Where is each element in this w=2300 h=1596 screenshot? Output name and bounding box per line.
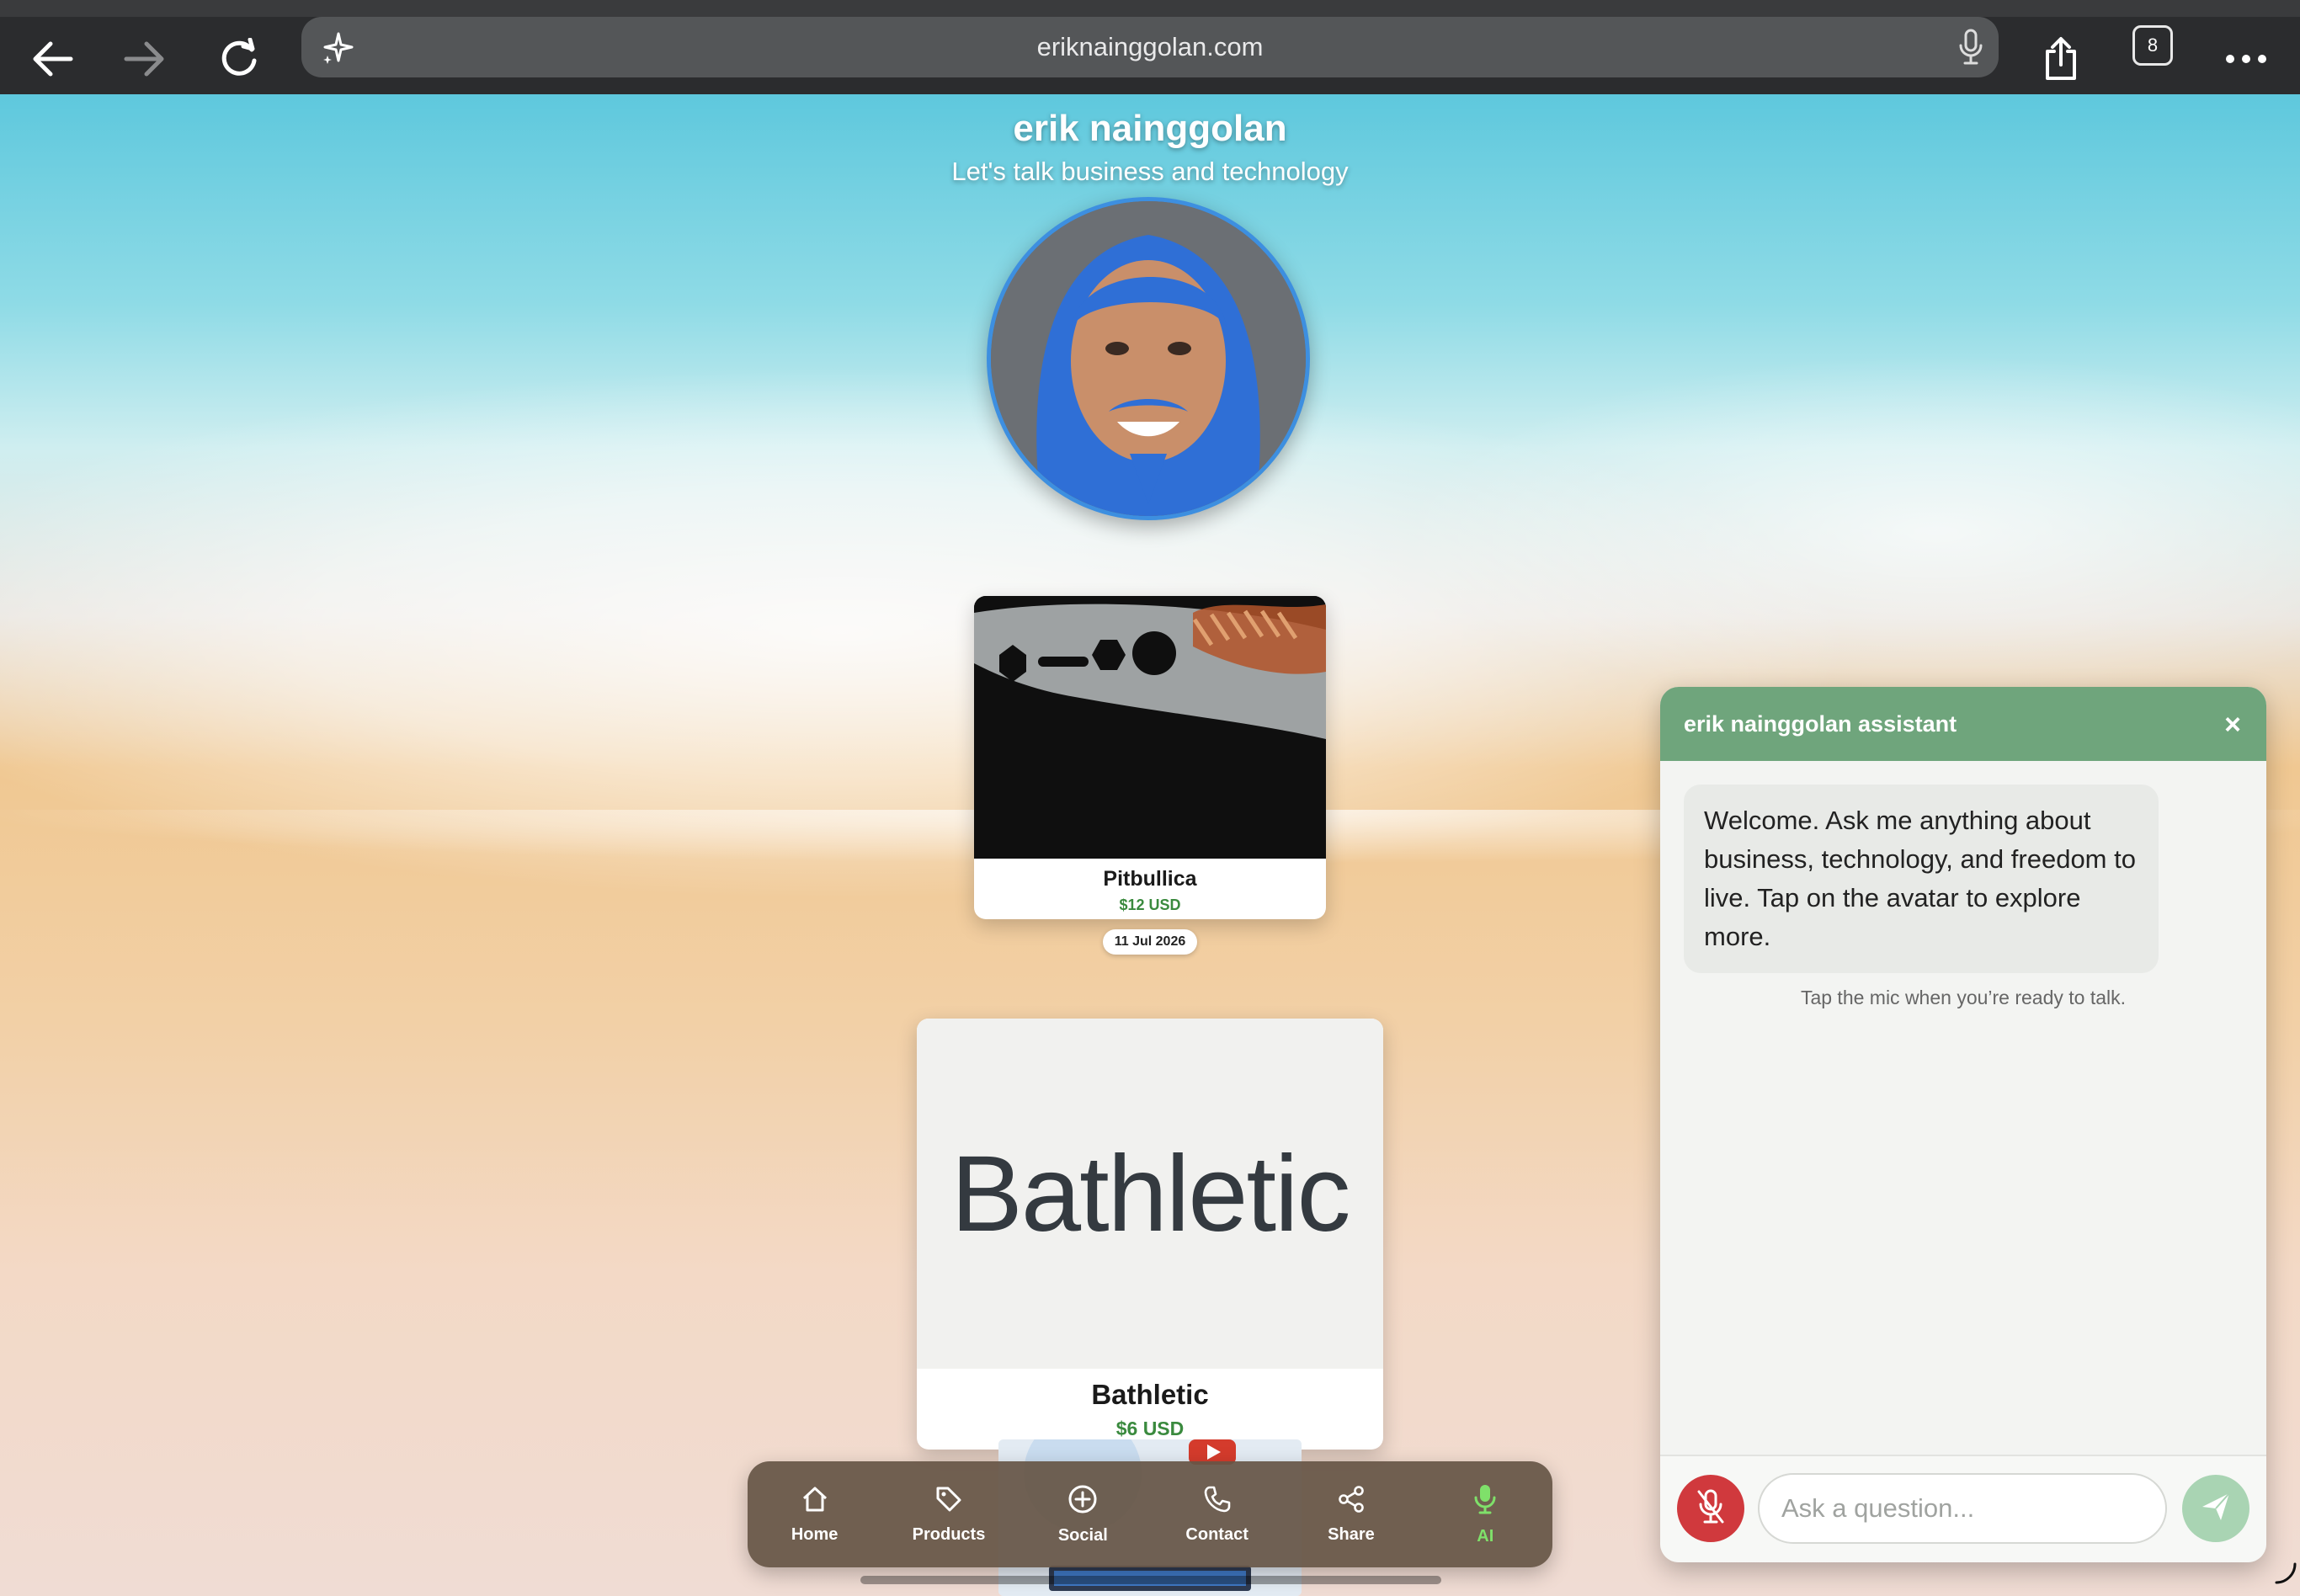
product-card[interactable]: Bathletic Bathletic $6 USD (917, 1019, 1383, 1450)
send-button[interactable] (2182, 1475, 2249, 1542)
tab-count: 8 (2147, 35, 2159, 56)
tabs-icon[interactable]: 8 (2132, 25, 2173, 66)
send-icon (2199, 1490, 2233, 1528)
home-icon (801, 1485, 829, 1519)
mic-icon (1472, 1483, 1498, 1520)
share-nodes-icon (1337, 1485, 1366, 1519)
mic-icon[interactable] (1958, 29, 1983, 72)
assistant-header: erik nainggolan assistant × (1660, 687, 2266, 761)
product-image (974, 596, 1326, 859)
nav-home[interactable]: Home (756, 1485, 874, 1545)
product-name: Pitbullica (1103, 867, 1197, 891)
assistant-title: erik nainggolan assistant (1684, 710, 1957, 737)
date-badge: 11 Jul 2026 (1103, 929, 1197, 955)
plus-circle-icon (1067, 1484, 1098, 1519)
nav-ai[interactable]: AI (1426, 1483, 1544, 1546)
nav-products[interactable]: Products (890, 1485, 1008, 1545)
nav-label: Share (1328, 1524, 1375, 1544)
browser-toolbar: eriknainggolan.com 8 (0, 0, 2300, 94)
nav-label: Products (912, 1524, 986, 1544)
welcome-message: Welcome. Ask me anything about business,… (1684, 785, 2159, 973)
site-subtitle: Let's talk business and technology (951, 157, 1349, 186)
nav-share[interactable]: Share (1292, 1485, 1410, 1545)
url-text: eriknainggolan.com (1036, 32, 1264, 61)
bottom-navigation: Home Products Social Contact Share AI (748, 1461, 1552, 1567)
avatar[interactable] (987, 197, 1310, 520)
assistant-panel: erik nainggolan assistant × Welcome. Ask… (1660, 687, 2266, 1562)
nav-social[interactable]: Social (1024, 1484, 1142, 1545)
tag-icon (934, 1485, 963, 1519)
mic-off-icon (1696, 1488, 1726, 1530)
nav-label: AI (1477, 1526, 1494, 1545)
product-price: $12 USD (1119, 896, 1181, 913)
nav-label: Social (1057, 1525, 1108, 1545)
reload-icon[interactable] (205, 25, 273, 93)
mic-toggle-button[interactable] (1677, 1475, 1744, 1542)
nav-contact[interactable]: Contact (1158, 1485, 1276, 1545)
phone-icon (1203, 1485, 1232, 1519)
address-bar[interactable]: eriknainggolan.com (301, 17, 1999, 77)
back-arrow-icon[interactable] (19, 25, 86, 93)
site-title: erik nainggolan (1013, 108, 1287, 149)
forward-arrow-icon[interactable] (111, 25, 178, 93)
product-name: Bathletic (1091, 1379, 1209, 1410)
product-logo: Bathletic (917, 1019, 1383, 1369)
nav-label: Home (791, 1524, 839, 1544)
product-price: $6 USD (1115, 1418, 1185, 1439)
more-icon[interactable] (2212, 25, 2280, 93)
question-input[interactable] (1758, 1473, 2167, 1544)
composer (1660, 1455, 2266, 1562)
sparkle-icon[interactable] (320, 30, 355, 72)
resize-handle-icon[interactable] (2275, 1562, 2297, 1588)
mic-hint: Tap the mic when you’re ready to talk. (1800, 987, 2127, 1008)
share-icon[interactable] (2027, 25, 2095, 93)
nav-label: Contact (1185, 1524, 1248, 1544)
product-card[interactable]: Pitbullica $12 USD (974, 596, 1326, 919)
home-indicator (860, 1576, 1441, 1584)
close-icon[interactable]: × (2224, 709, 2241, 742)
